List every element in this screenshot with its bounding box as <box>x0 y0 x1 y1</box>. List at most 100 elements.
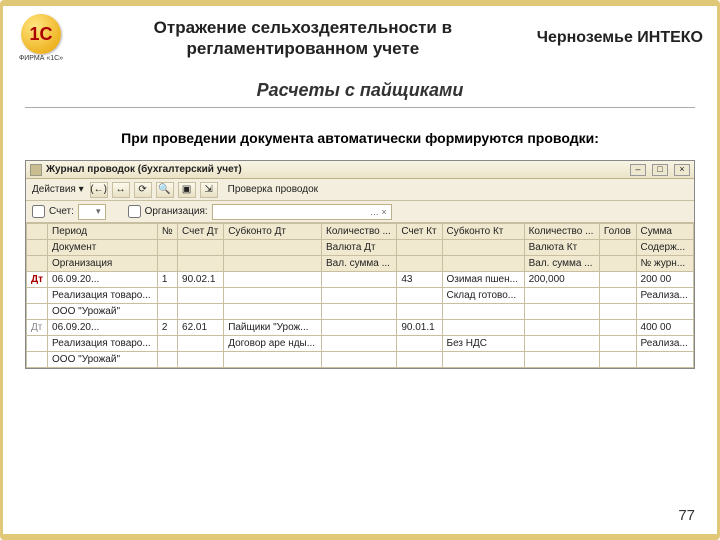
col-header[interactable] <box>27 224 48 240</box>
col-header[interactable]: Сумма <box>636 224 693 240</box>
close-button[interactable]: × <box>674 164 690 176</box>
cell <box>322 288 397 304</box>
cell: 90.02.1 <box>178 272 224 288</box>
slide-title: Отражение сельхоздеятельности в регламен… <box>81 17 525 60</box>
cell <box>599 288 636 304</box>
col-header[interactable] <box>27 240 48 256</box>
cell <box>636 352 693 368</box>
nav-prev-button[interactable]: (←) <box>90 182 108 198</box>
org-filter-input[interactable]: … × <box>212 204 392 220</box>
col-header[interactable] <box>178 256 224 272</box>
cell: 2 <box>157 320 177 336</box>
cell <box>524 320 599 336</box>
col-header[interactable]: Период <box>48 224 158 240</box>
nav-next-button[interactable]: ↔ <box>112 182 130 198</box>
caption-text: При проведении документа автоматически ф… <box>3 130 717 146</box>
col-header[interactable]: Валюта Дт <box>322 240 397 256</box>
actions-menu[interactable]: Действия ▾ <box>32 184 84 195</box>
col-header[interactable]: Субконто Дт <box>224 224 322 240</box>
table-row[interactable]: Дт06.09.20...190.02.143Озимая пшен...200… <box>27 272 694 288</box>
cell <box>397 352 442 368</box>
col-header[interactable] <box>224 256 322 272</box>
window-titlebar[interactable]: Журнал проводок (бухгалтерский учет) – □… <box>26 161 694 179</box>
journal-window: Журнал проводок (бухгалтерский учет) – □… <box>25 160 695 369</box>
minimize-button[interactable]: – <box>630 164 646 176</box>
col-header[interactable] <box>397 240 442 256</box>
cell <box>599 352 636 368</box>
table-row[interactable]: Реализация товаро... Договор аре нды... Бе… <box>27 336 694 352</box>
cell <box>524 352 599 368</box>
cell: ООО "Урожай" <box>48 352 158 368</box>
col-header[interactable]: Валюта Кт <box>524 240 599 256</box>
col-header[interactable] <box>599 256 636 272</box>
cell: Без НДС <box>442 336 524 352</box>
cell: Склад готово... <box>442 288 524 304</box>
col-header[interactable] <box>157 256 177 272</box>
cell: Договор аре нды... <box>224 336 322 352</box>
col-header[interactable] <box>599 240 636 256</box>
cell: 200,000 <box>524 272 599 288</box>
filter-bar: Счет: ▾ Организация: … × <box>26 201 694 223</box>
cell <box>178 336 224 352</box>
col-header[interactable]: № <box>157 224 177 240</box>
col-header[interactable]: Вал. сумма ... <box>322 256 397 272</box>
filter-button[interactable]: ▣ <box>178 182 196 198</box>
cell <box>397 336 442 352</box>
cell: Реализация товаро... <box>48 288 158 304</box>
col-header[interactable] <box>178 240 224 256</box>
cell <box>178 288 224 304</box>
col-header[interactable]: Голов <box>599 224 636 240</box>
table-row[interactable]: ООО "Урожай" <box>27 304 694 320</box>
col-header[interactable] <box>442 240 524 256</box>
account-filter-input[interactable]: ▾ <box>78 204 106 220</box>
row-marker <box>27 336 48 352</box>
cell <box>599 304 636 320</box>
cell: Пайщики "Урож... <box>224 320 322 336</box>
cell <box>397 304 442 320</box>
col-header[interactable]: Счет Кт <box>397 224 442 240</box>
restore-button[interactable]: □ <box>652 164 668 176</box>
refresh-button[interactable]: ⟳ <box>134 182 152 198</box>
divider <box>25 107 695 108</box>
toolbar: Действия ▾ (←) ↔ ⟳ 🔍 ▣ ⇲ Проверка провод… <box>26 179 694 201</box>
cell: 200 00 <box>636 272 693 288</box>
col-header[interactable]: Документ <box>48 240 158 256</box>
cell <box>397 288 442 304</box>
col-header[interactable]: Содерж... <box>636 240 693 256</box>
cell <box>178 304 224 320</box>
check-entries-button[interactable]: Проверка проводок <box>228 184 318 195</box>
row-marker <box>27 288 48 304</box>
col-header[interactable]: Счет Дт <box>178 224 224 240</box>
page-number: 77 <box>678 507 695 524</box>
cell <box>442 352 524 368</box>
col-header[interactable] <box>397 256 442 272</box>
col-header[interactable] <box>27 256 48 272</box>
cell <box>524 288 599 304</box>
title-line-1: Отражение сельхоздеятельности в <box>154 18 452 37</box>
col-header[interactable] <box>224 240 322 256</box>
cell <box>524 336 599 352</box>
col-header[interactable]: Количество ... <box>322 224 397 240</box>
cell: 1 <box>157 272 177 288</box>
logo-1c: 1С ФИРМА «1С» <box>13 14 69 62</box>
col-header[interactable]: Вал. сумма ... <box>524 256 599 272</box>
account-filter-checkbox[interactable] <box>32 205 45 218</box>
col-header[interactable]: Организация <box>48 256 158 272</box>
org-filter-checkbox[interactable] <box>128 205 141 218</box>
table-row[interactable]: Дт06.09.20...262.01Пайщики "Урож...90.01… <box>27 320 694 336</box>
cell: ООО "Урожай" <box>48 304 158 320</box>
find-button[interactable]: 🔍 <box>156 182 174 198</box>
cell: 400 00 <box>636 320 693 336</box>
table-row[interactable]: ООО "Урожай" <box>27 352 694 368</box>
export-button[interactable]: ⇲ <box>200 182 218 198</box>
row-marker <box>27 304 48 320</box>
col-header[interactable]: Количество ... <box>524 224 599 240</box>
col-header[interactable]: № журн... <box>636 256 693 272</box>
cell: Реализа... <box>636 336 693 352</box>
col-header[interactable] <box>157 240 177 256</box>
table-row[interactable]: Реализация товаро... Склад готово... Реали… <box>27 288 694 304</box>
cell: Реализа... <box>636 288 693 304</box>
col-header[interactable]: Субконто Кт <box>442 224 524 240</box>
cell: Реализация товаро... <box>48 336 158 352</box>
col-header[interactable] <box>442 256 524 272</box>
